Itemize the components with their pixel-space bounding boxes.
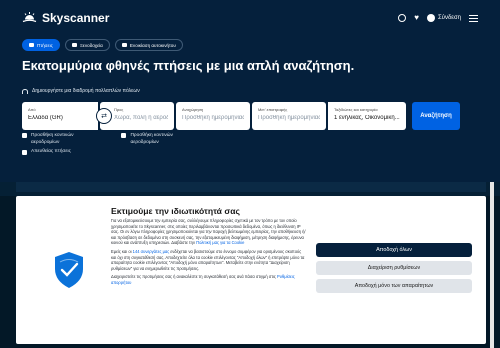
cookie-paragraph: Εμείς και οι 144 συνεργάτες μας ενδέχετα… [111,248,305,271]
route-icon [22,88,28,94]
cookie-paragraph: Διαχειριστείτε τις προτιμήσεις σας ή ανα… [111,274,295,285]
tab-label: Πτήσεις [37,42,53,48]
search-options: Προσθήκη κοντινών αεροδρομίων Προσθήκη κο… [22,132,173,158]
checkbox-label: Απευθείας πτήσεις [31,149,71,154]
cookie-paragraph: Για να εξατομικεύσουμε την εμπειρία σας,… [111,218,306,246]
checkbox-label: Προσθήκη κοντινών αεροδρομίων [130,133,173,145]
multi-city-label: Δημιουργήστε μια διαδρομή πολλαπλών πόλε… [32,88,140,94]
multi-city-link[interactable]: Δημιουργήστε μια διαδρομή πολλαπλών πόλε… [22,88,140,94]
travellers-value: 1 ενήλικας, Οικονομική... [334,115,400,121]
flight-search-form: Από Ελλάδα (GR) ⇄ Προς Χώρα, πόλη ή αερο… [22,102,478,130]
checkbox-box [22,133,27,138]
depart-field[interactable]: Αναχώρηση Προσθήκη ημερομηνίας [176,102,250,130]
car-icon [121,43,127,47]
user-icon [426,14,435,22]
nearby-to-checkbox[interactable]: Προσθήκη κοντινών αεροδρομίων [121,132,173,146]
checkbox-label: Προσθήκη κοντινών αεροδρομίων [31,133,74,145]
tab-label: Ενοικίαση αυτοκινήτου [129,42,176,48]
to-label: Προς [114,107,124,112]
checkbox-box [121,133,127,138]
cookie-title: Εκτιμούμε την ιδιωτικότητά σας [111,206,240,216]
manage-settings-button[interactable]: Διαχείριση ρυθμίσεων [316,261,472,275]
from-value: Ελλάδα (GR) [28,115,63,121]
return-placeholder: Προσθήκη ημερομηνίας [258,115,320,121]
to-placeholder: Χώρα, πόλη ή αεροδρ... [114,115,168,121]
sunrise-logo-icon [22,12,37,23]
favorites-heart-icon[interactable]: ♥ [414,14,419,22]
return-field[interactable]: Μετ' επιστροφής Προσθήκη ημερομηνίας [252,102,326,130]
tab-hotels[interactable]: Ξενοδοχεία [64,39,110,51]
help-icon[interactable] [398,14,407,22]
partners-link[interactable]: 144 συνεργάτες μας [133,249,170,254]
cookie-text: Για να εξατομικεύσουμε την εμπειρία σας,… [111,218,306,289]
content-strip [16,182,486,192]
login-label: Σύνδεση [437,15,461,21]
tab-car-hire[interactable]: Ενοικίαση αυτοκινήτου [114,39,183,51]
header-actions: ♥ Σύνδεση [398,14,478,22]
cookie-consent-dialog: Εκτιμούμε την ιδιωτικότητά σας Για να εξ… [16,196,486,344]
brand-name: Skyscanner [42,11,110,25]
nearby-from-checkbox[interactable]: Προσθήκη κοντινών αεροδρομίων [22,132,73,146]
accept-all-button[interactable]: Αποδοχή όλων [316,243,472,257]
from-label: Από [28,107,36,112]
scrollbar[interactable] [490,182,494,348]
cookie-policy-link[interactable]: Πολιτική μας για τα Cookie [196,240,244,245]
product-tabs: Πτήσεις Ξενοδοχεία Ενοικίαση αυτοκινήτου [22,39,183,51]
travellers-label: Ταξιδιώτες και κατηγορία [334,107,378,112]
travellers-field[interactable]: Ταξιδιώτες και κατηγορία 1 ενήλικας, Οικ… [328,102,406,130]
tab-flights[interactable]: Πτήσεις [22,39,60,51]
cookie-actions: Αποδοχή όλων Διαχείριση ρυθμίσεων Αποδοχ… [316,243,472,297]
depart-placeholder: Προσθήκη ημερομηνίας [182,115,244,121]
search-button[interactable]: Αναζήτηση [412,102,460,130]
login-button[interactable]: Σύνδεση [426,14,461,22]
tab-label: Ξενοδοχεία [79,42,103,48]
accept-essential-button[interactable]: Αποδοχή μόνο των απαραίτητων [316,279,472,293]
direct-flights-checkbox[interactable]: Απευθείας πτήσεις [22,149,173,155]
bed-icon [71,43,77,47]
checkbox-box [22,150,27,155]
swap-icon[interactable]: ⇄ [96,108,112,124]
shield-check-icon [55,252,83,288]
depart-label: Αναχώρηση [182,107,204,112]
menu-icon[interactable] [469,14,478,22]
plane-icon [29,43,34,47]
page-headline: Εκατομμύρια φθηνές πτήσεις με μια απλή α… [22,58,355,73]
top-bar: Skyscanner ♥ Σύνδεση [0,0,500,36]
skyscanner-logo[interactable]: Skyscanner [22,11,109,25]
from-field[interactable]: Από Ελλάδα (GR) [22,102,98,130]
return-label: Μετ' επιστροφής [258,107,288,112]
